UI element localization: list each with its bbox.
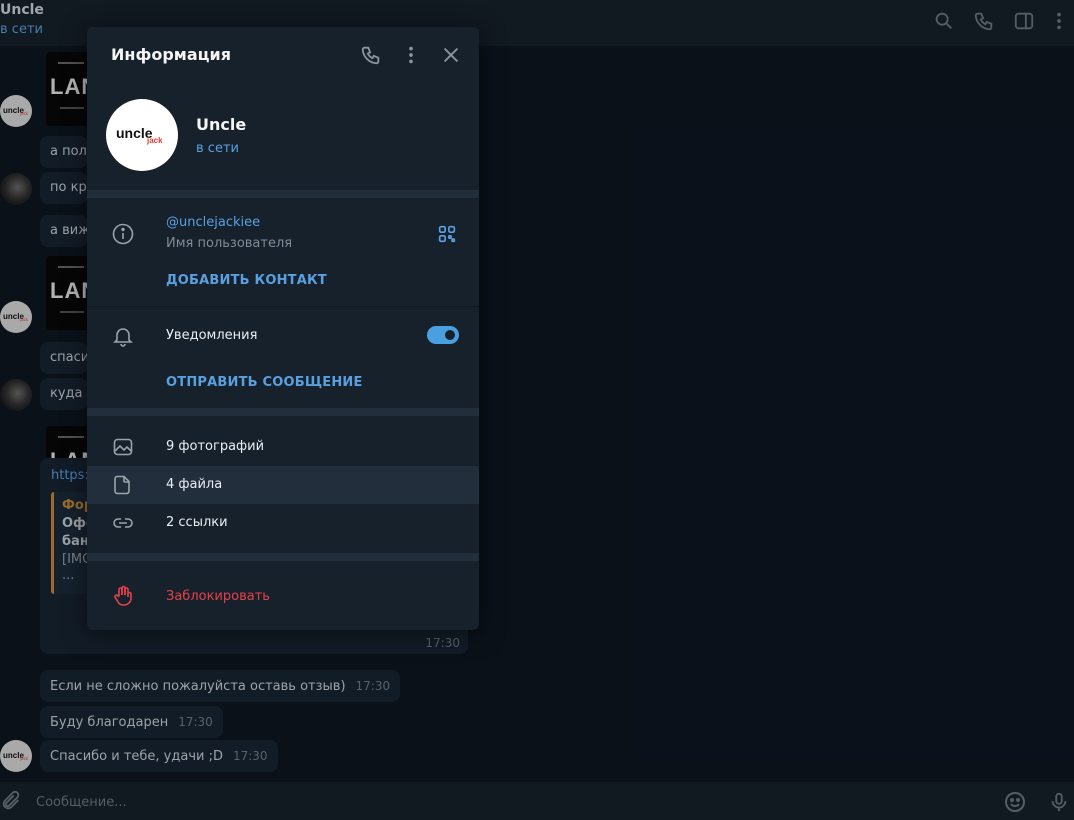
info-icon bbox=[111, 222, 135, 246]
section-separator bbox=[87, 190, 479, 198]
qr-code-icon[interactable] bbox=[436, 223, 458, 245]
phone-call-icon[interactable] bbox=[360, 44, 382, 66]
profile-name: Uncle bbox=[196, 115, 247, 134]
media-label: 9 фотографий bbox=[166, 439, 265, 454]
notifications-toggle[interactable] bbox=[427, 326, 459, 344]
more-menu-icon[interactable] bbox=[400, 44, 422, 66]
photo-icon bbox=[111, 435, 135, 459]
add-contact-button[interactable]: ДОБАВИТЬ КОНТАКТ bbox=[166, 273, 327, 288]
bell-icon bbox=[111, 324, 135, 348]
media-row-photos[interactable]: 9 фотографий bbox=[87, 428, 479, 466]
username-label: Имя пользователя bbox=[166, 236, 293, 251]
panel-title: Информация bbox=[111, 45, 231, 64]
send-message-button[interactable]: ОТПРАВИТЬ СООБЩЕНИЕ bbox=[166, 375, 363, 390]
section-separator bbox=[87, 553, 479, 561]
media-row-links[interactable]: 2 ссылки bbox=[87, 504, 479, 542]
block-hand-icon bbox=[111, 584, 135, 608]
close-icon[interactable] bbox=[440, 44, 462, 66]
username[interactable]: @unclejackiee bbox=[166, 215, 260, 230]
file-icon bbox=[111, 473, 135, 497]
block-user-button[interactable]: Заблокировать bbox=[166, 589, 270, 604]
media-row-files[interactable]: 4 файла bbox=[87, 466, 479, 504]
notifications-label: Уведомления bbox=[166, 328, 258, 343]
section-separator bbox=[87, 408, 479, 416]
divider bbox=[87, 306, 479, 307]
media-label: 4 файла bbox=[166, 477, 223, 492]
link-icon bbox=[111, 511, 135, 535]
info-panel: Информация uncle jack Uncle в сети @uncl… bbox=[87, 27, 479, 630]
media-label: 2 ссылки bbox=[166, 515, 228, 530]
profile-avatar[interactable]: uncle jack bbox=[106, 99, 178, 171]
profile-status: в сети bbox=[196, 141, 239, 156]
